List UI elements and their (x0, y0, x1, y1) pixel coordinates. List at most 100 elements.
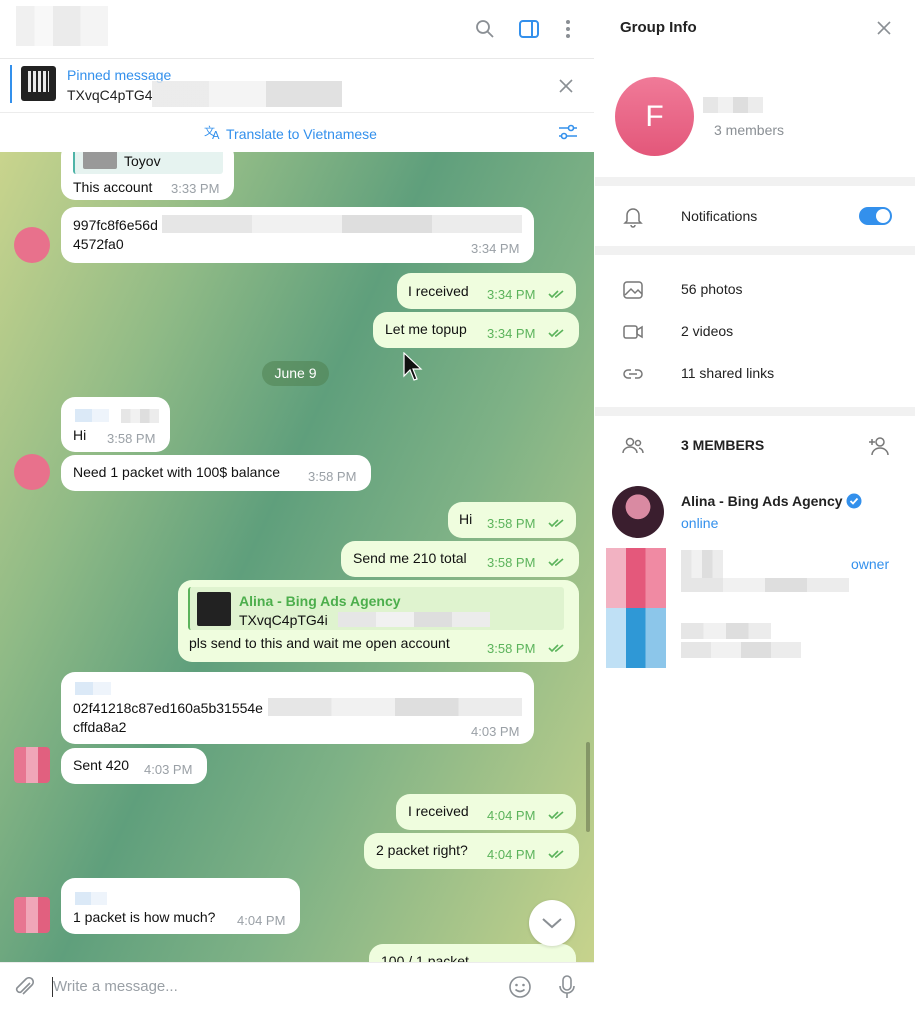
pinned-text: TXvqC4pTG4 (67, 87, 153, 103)
message-list[interactable]: Toyov This account 3:33 PM 997fc8f6e56d … (0, 152, 594, 962)
scroll-to-bottom-button[interactable] (529, 900, 575, 946)
message-line2: 4572fa0 (73, 236, 124, 252)
avatar (606, 548, 666, 608)
reply-name: Toyov (124, 153, 161, 169)
double-check-icon (548, 290, 564, 299)
message-text: Let me topup (385, 321, 467, 337)
group-info-panel: Group Info F 3 members Notifications 56 … (595, 0, 915, 1012)
videos-link[interactable]: 2 videos (681, 323, 733, 339)
sender-name-redacted (75, 409, 109, 422)
message-incoming[interactable]: Sent 420 4:03 PM (61, 748, 207, 784)
add-member-icon[interactable] (866, 434, 892, 461)
message-time: 3:58 PM (308, 469, 357, 484)
message-outgoing[interactable]: I received 4:04 PM (396, 794, 576, 830)
message-incoming[interactable]: 1 packet is how much? 4:04 PM (61, 878, 300, 934)
reply-text: TXvqC4pTG4i (239, 612, 328, 628)
message-time: 4:04 PM (237, 913, 286, 928)
message-incoming[interactable]: Toyov This account 3:33 PM (61, 152, 234, 200)
svg-text:A: A (212, 129, 220, 140)
pinned-message-bar[interactable]: Pinned message TXvqC4pTG4 (0, 59, 594, 113)
message-outgoing[interactable]: Let me topup 3:34 PM (373, 312, 579, 348)
chevron-down-icon (542, 918, 562, 929)
message-line2: cffda8a2 (73, 719, 127, 735)
microphone-icon[interactable] (557, 974, 577, 1003)
message-outgoing[interactable]: Send me 210 total 3:58 PM (341, 541, 579, 577)
reply-quote[interactable]: Toyov (73, 152, 223, 174)
chat-title-redacted[interactable] (16, 6, 108, 46)
member-name-redacted (681, 623, 771, 639)
member-name-redacted (681, 550, 723, 578)
video-icon (621, 320, 645, 344)
scrollbar[interactable] (586, 742, 590, 832)
message-text: This account (73, 179, 153, 195)
redacted-text (268, 698, 522, 716)
message-time: 4:04 PM (487, 808, 536, 823)
emoji-icon[interactable] (508, 975, 532, 1002)
reply-thumbnail (83, 152, 117, 169)
translate-label: Translate to Vietnamese (226, 125, 377, 142)
message-outgoing[interactable]: Alina - Bing Ads Agency TXvqC4pTG4i pls … (178, 580, 579, 662)
verified-badge-icon (846, 493, 862, 512)
more-vertical-icon[interactable] (556, 17, 580, 41)
pinned-accent-bar (10, 65, 12, 103)
translate-bar: 文A Translate to Vietnamese (0, 113, 594, 152)
message-time: 3:33 PM (171, 181, 220, 196)
sender-name-redacted (75, 682, 111, 695)
message-time: 3:58 PM (487, 555, 536, 570)
search-icon[interactable] (473, 17, 497, 41)
close-icon[interactable] (876, 20, 892, 39)
message-time: 4:03 PM (471, 724, 520, 739)
avatar[interactable] (14, 454, 50, 490)
avatar[interactable] (14, 747, 50, 783)
member-name: Alina - Bing Ads Agency (681, 493, 843, 509)
divider (595, 407, 915, 416)
sidebar-toggle-icon[interactable] (517, 17, 541, 41)
message-line1: 997fc8f6e56d (73, 217, 158, 233)
message-incoming[interactable]: 997fc8f6e56d 4572fa0 3:34 PM (61, 207, 534, 263)
avatar (612, 486, 664, 538)
message-time: 3:34 PM (487, 326, 536, 341)
members-icon (621, 434, 645, 458)
message-composer: Write a message... (0, 962, 594, 1012)
reply-thumbnail (197, 592, 231, 626)
close-pinned-icon[interactable] (558, 78, 574, 97)
message-incoming[interactable]: Need 1 packet with 100$ balance 3:58 PM (61, 455, 371, 491)
attach-icon[interactable] (14, 976, 36, 1002)
chat-header (0, 0, 594, 59)
avatar[interactable] (14, 227, 50, 263)
members-header: 3 MEMBERS (681, 437, 765, 453)
redacted-text (162, 215, 522, 233)
translate-settings-icon[interactable] (558, 124, 578, 143)
notifications-toggle[interactable] (859, 207, 892, 225)
message-text: Sent 420 (73, 757, 130, 773)
message-input[interactable]: Write a message... (53, 978, 178, 995)
message-incoming[interactable]: 02f41218c87ed160a5b31554e cffda8a2 4:03 … (61, 672, 534, 744)
message-outgoing[interactable]: 100 / 1 packet (369, 944, 576, 962)
link-icon (621, 362, 645, 386)
avatar[interactable] (14, 897, 50, 933)
mouse-cursor-icon (403, 352, 423, 381)
message-outgoing[interactable]: 2 packet right? 4:04 PM (364, 833, 579, 869)
message-text: Hi (459, 511, 473, 527)
message-text: 1 packet is how much? (73, 909, 216, 925)
message-text: pls send to this and wait me open accoun… (189, 635, 450, 651)
date-separator: June 9 (262, 361, 329, 386)
divider (595, 246, 915, 255)
message-outgoing[interactable]: Hi 3:58 PM (448, 502, 576, 538)
owner-badge: owner (851, 556, 890, 572)
message-text: I received (408, 803, 469, 819)
redacted-text (338, 612, 490, 627)
message-incoming[interactable]: Hi 3:58 PM (61, 397, 170, 452)
message-text: I received (408, 283, 469, 299)
message-text: Send me 210 total (353, 550, 467, 566)
message-time: 4:04 PM (487, 847, 536, 862)
translate-button[interactable]: 文A Translate to Vietnamese (204, 124, 377, 143)
shared-links-link[interactable]: 11 shared links (681, 365, 774, 381)
message-outgoing[interactable]: I received 3:34 PM (397, 273, 576, 309)
reply-quote[interactable]: Alina - Bing Ads Agency TXvqC4pTG4i (188, 587, 564, 630)
message-text: 2 packet right? (376, 842, 468, 858)
photos-link[interactable]: 56 photos (681, 281, 743, 297)
group-avatar[interactable]: F (615, 77, 694, 156)
group-name-redacted (703, 97, 763, 113)
message-time: 3:58 PM (487, 641, 536, 656)
